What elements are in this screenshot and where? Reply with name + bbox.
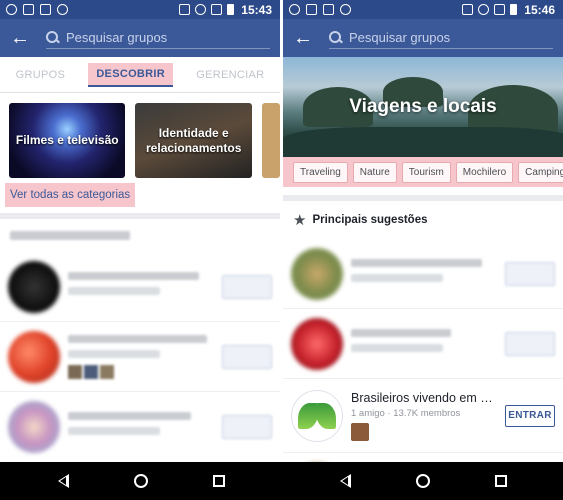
mail-icon [323,4,334,15]
whatsapp-icon [6,4,17,15]
search-placeholder: Pesquisar grupos [66,30,168,45]
nav-recents-icon[interactable] [212,475,225,487]
blurred-text [351,258,482,267]
blurred-text [68,286,161,295]
back-arrow-icon[interactable]: ← [10,28,36,48]
friend-avatar [351,422,369,441]
nav-home-icon[interactable] [415,474,430,488]
signal-icon [494,4,506,15]
category-title: Viagens e locais [349,96,497,117]
list-item[interactable] [283,239,563,309]
status-bar: 15:46 [283,0,563,19]
nav-home-icon[interactable] [133,474,148,488]
android-nav-bar [0,462,563,500]
star-icon: ★ [293,212,307,229]
category-screen: 15:46 ← Pesquisar grupos Viagens e locai… [283,0,563,462]
blurred-section-title [10,231,130,240]
signal-icon [211,4,223,15]
section-title: Principais sugestões [312,214,428,226]
nav-recents-icon[interactable] [494,475,507,487]
group-avatar [291,389,343,442]
whatsapp-icon [289,4,300,15]
battery-icon [510,4,518,15]
category-cards: Filmes e televisão Identidade e relacion… [0,93,280,178]
app-bar: ← Pesquisar grupos [0,19,280,57]
list-item[interactable] [0,252,280,322]
vibrate-icon [179,4,191,15]
join-button[interactable] [222,415,272,439]
list-item[interactable] [283,309,563,379]
avatar [8,260,60,313]
member-thumbnails [68,364,222,379]
search-icon [46,30,60,45]
chip-nature[interactable]: Nature [352,161,397,183]
mail-icon [40,4,51,15]
section-header: ★ Principais sugestões [283,201,563,239]
status-bar: 15:43 [0,0,280,19]
category-card-identity[interactable]: Identidade e relacionamentos [135,103,252,178]
status-time: 15:43 [241,2,272,17]
voicemail-icon [57,4,68,15]
category-card-movies-tv[interactable]: Filmes e televisão [9,103,126,178]
blurred-text [68,412,192,420]
join-button[interactable] [222,344,272,369]
group-name[interactable]: Brasileiros vivendo em … [351,391,505,405]
tab-groups[interactable]: GRUPOS [8,64,73,86]
blurred-text [351,273,444,282]
chip-traveling[interactable]: Traveling [293,161,348,183]
app-bar: ← Pesquisar grupos [283,19,563,57]
blurred-text [68,334,207,343]
search-input[interactable]: Pesquisar grupos [329,27,553,49]
avatar [291,317,343,370]
group-meta: 1 amigo · 13.7K membros [351,407,461,419]
blurred-text [351,328,452,337]
wifi-icon [478,4,490,15]
category-card-label: Identidade e relacionamentos [146,125,242,155]
wifi-icon [195,4,207,15]
search-placeholder: Pesquisar grupos [349,30,451,45]
blurred-text [68,349,161,358]
section-divider [0,213,280,219]
blurred-text [68,271,199,280]
see-all-categories-link[interactable]: Ver todas as categorias [5,183,136,207]
back-arrow-icon[interactable]: ← [293,28,319,48]
blurred-text [351,343,444,352]
tab-manage[interactable]: GERENCIAR [188,64,272,86]
battery-icon [227,4,235,15]
discover-screen: 15:43 ← Pesquisar grupos GRUPOS DESCOBRI… [0,0,280,462]
image-icon [23,4,34,15]
join-button[interactable] [505,331,555,356]
voicemail-icon [340,4,351,15]
avatar [291,247,343,300]
list-item[interactable] [283,453,563,462]
category-card-partial[interactable] [261,103,280,178]
list-item[interactable] [0,322,280,392]
nav-back-icon[interactable] [339,474,351,488]
status-time: 15:46 [524,2,555,17]
groups-tabs: GRUPOS DESCOBRIR GERENCIAR [0,57,280,93]
chip-tourism[interactable]: Tourism [401,161,451,183]
tab-discover[interactable]: DESCOBRIR [88,62,174,87]
list-item[interactable]: Brasileiros vivendo em … 1 amigo · 13.7K… [283,379,563,453]
vibrate-icon [462,4,474,15]
join-button[interactable] [505,261,555,286]
image-icon [306,4,317,15]
category-hero-image: Viagens e locais [283,57,563,157]
avatar [8,330,60,383]
join-button[interactable] [222,274,272,299]
chip-camping[interactable]: Camping [518,161,563,183]
avatar [8,401,60,453]
topic-chips: Traveling Nature Tourism Mochilero Campi… [283,157,563,187]
blurred-text [68,427,161,435]
search-icon [329,30,343,45]
category-card-label: Filmes e televisão [15,133,119,147]
list-item[interactable] [0,392,280,462]
nav-back-icon[interactable] [57,474,69,488]
chip-mochilero[interactable]: Mochilero [455,161,514,183]
search-input[interactable]: Pesquisar grupos [46,27,270,49]
join-button[interactable]: ENTRAR [505,404,555,427]
